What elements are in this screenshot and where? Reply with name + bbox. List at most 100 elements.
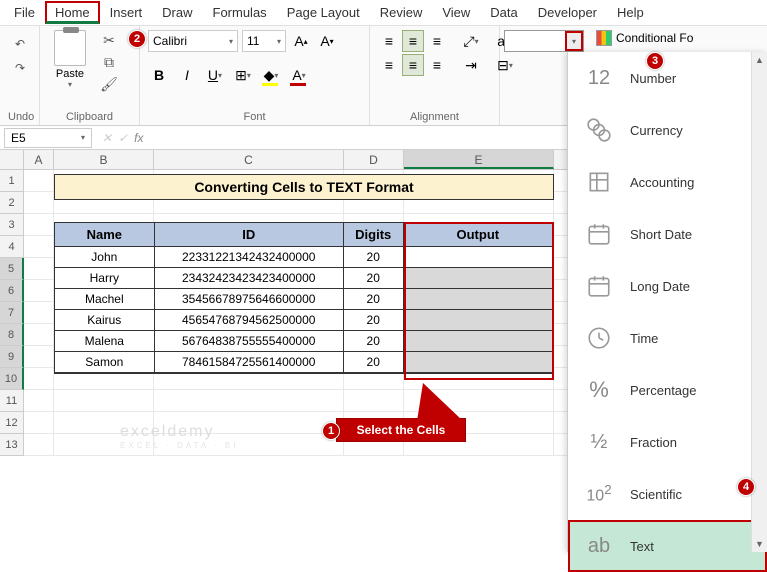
- cell-output[interactable]: [404, 247, 553, 268]
- format-option-accounting[interactable]: Accounting: [568, 156, 767, 208]
- cell[interactable]: [24, 280, 54, 302]
- cell-id[interactable]: 23432423423423400000: [155, 268, 344, 289]
- font-size-select[interactable]: 11▾: [242, 30, 286, 52]
- bold-button[interactable]: B: [148, 64, 170, 86]
- cell-output[interactable]: [404, 268, 553, 289]
- name-box[interactable]: E5▾: [4, 128, 92, 148]
- format-option-time[interactable]: Time: [568, 312, 767, 364]
- menu-view[interactable]: View: [432, 1, 480, 24]
- col-header-e[interactable]: E: [404, 150, 554, 169]
- cell-name[interactable]: Harry: [55, 268, 155, 289]
- row-header-3[interactable]: 3: [0, 214, 24, 236]
- cell-digits[interactable]: 20: [344, 310, 404, 331]
- row-header-12[interactable]: 12: [0, 412, 24, 434]
- cut-button[interactable]: ✂: [98, 30, 120, 50]
- cell-name[interactable]: Malena: [55, 331, 155, 352]
- cell[interactable]: [24, 170, 54, 192]
- menu-developer[interactable]: Developer: [528, 1, 607, 24]
- col-header-b[interactable]: B: [54, 150, 154, 169]
- cell-id[interactable]: 78461584725561400000: [155, 352, 344, 373]
- cell[interactable]: [24, 368, 54, 390]
- orientation-button[interactable]: ⤢▾: [460, 30, 482, 52]
- undo-button[interactable]: ↶: [8, 34, 32, 54]
- cell-id[interactable]: 45654768794562500000: [155, 310, 344, 331]
- cell-digits[interactable]: 20: [344, 352, 404, 373]
- cell[interactable]: [24, 258, 54, 280]
- scroll-up-icon[interactable]: ▲: [752, 52, 767, 68]
- align-right-button[interactable]: ≡: [426, 54, 448, 76]
- indent-button[interactable]: ⇥: [460, 54, 482, 76]
- align-middle-button[interactable]: ≡: [402, 30, 424, 52]
- italic-button[interactable]: I: [176, 64, 198, 86]
- row-header-1[interactable]: 1: [0, 170, 24, 192]
- cell-digits[interactable]: 20: [344, 268, 404, 289]
- format-painter-button[interactable]: 🖌: [98, 74, 120, 94]
- cell-name[interactable]: Samon: [55, 352, 155, 373]
- redo-button[interactable]: ↷: [8, 58, 32, 78]
- cell[interactable]: [24, 236, 54, 258]
- increase-font-button[interactable]: A▴: [290, 30, 312, 52]
- row-header-8[interactable]: 8: [0, 324, 24, 346]
- fx-icon[interactable]: fx: [134, 131, 143, 145]
- col-header-d[interactable]: D: [344, 150, 404, 169]
- cell[interactable]: [24, 302, 54, 324]
- cell[interactable]: [24, 214, 54, 236]
- cell-output[interactable]: [404, 289, 553, 310]
- col-header-c[interactable]: C: [154, 150, 344, 169]
- conditional-formatting-button[interactable]: Conditional Fo: [596, 30, 693, 46]
- cell[interactable]: [344, 390, 404, 412]
- format-option-long-date[interactable]: Long Date: [568, 260, 767, 312]
- row-header-13[interactable]: 13: [0, 434, 24, 456]
- menu-data[interactable]: Data: [480, 1, 527, 24]
- menu-review[interactable]: Review: [370, 1, 433, 24]
- accept-formula-icon[interactable]: ✓: [118, 131, 128, 145]
- cell[interactable]: [24, 390, 54, 412]
- row-header-6[interactable]: 6: [0, 280, 24, 302]
- menu-insert[interactable]: Insert: [100, 1, 153, 24]
- format-option-currency[interactable]: Currency: [568, 104, 767, 156]
- cell-name[interactable]: Machel: [55, 289, 155, 310]
- menu-formulas[interactable]: Formulas: [203, 1, 277, 24]
- cell-id[interactable]: 56764838755555400000: [155, 331, 344, 352]
- format-panel-scrollbar[interactable]: ▲ ▼: [751, 52, 767, 552]
- cell-digits[interactable]: 20: [344, 331, 404, 352]
- row-header-9[interactable]: 9: [0, 346, 24, 368]
- align-center-button[interactable]: ≡: [402, 54, 424, 76]
- align-top-button[interactable]: ≡: [378, 30, 400, 52]
- format-option-scientific[interactable]: 102Scientific: [568, 468, 767, 520]
- cell[interactable]: [24, 434, 54, 456]
- cell-output[interactable]: [404, 352, 553, 373]
- number-format-select[interactable]: ▾: [504, 30, 584, 52]
- cell-digits[interactable]: 20: [344, 247, 404, 268]
- format-option-percentage[interactable]: %Percentage: [568, 364, 767, 416]
- border-button[interactable]: ⊞▾: [232, 64, 254, 86]
- cell-digits[interactable]: 20: [344, 289, 404, 310]
- cell-id[interactable]: 35456678975646600000: [155, 289, 344, 310]
- cell[interactable]: [24, 346, 54, 368]
- format-option-short-date[interactable]: Short Date: [568, 208, 767, 260]
- menu-file[interactable]: File: [4, 1, 45, 24]
- row-header-7[interactable]: 7: [0, 302, 24, 324]
- align-bottom-button[interactable]: ≡: [426, 30, 448, 52]
- col-header-a[interactable]: A: [24, 150, 54, 169]
- paste-button[interactable]: Paste ▾: [48, 30, 92, 89]
- fill-color-button[interactable]: ◆▾: [260, 64, 282, 86]
- cancel-formula-icon[interactable]: ✕: [102, 131, 112, 145]
- row-header-2[interactable]: 2: [0, 192, 24, 214]
- cell-output[interactable]: [404, 310, 553, 331]
- cell-id[interactable]: 22331221342432400000: [155, 247, 344, 268]
- font-name-select[interactable]: Calibri▾: [148, 30, 238, 52]
- format-option-number[interactable]: 12Number: [568, 52, 767, 104]
- cell-name[interactable]: John: [55, 247, 155, 268]
- menu-help[interactable]: Help: [607, 1, 654, 24]
- scroll-down-icon[interactable]: ▼: [752, 536, 767, 552]
- cell-name[interactable]: Kairus: [55, 310, 155, 331]
- row-header-4[interactable]: 4: [0, 236, 24, 258]
- select-all-corner[interactable]: [0, 150, 24, 169]
- menu-draw[interactable]: Draw: [152, 1, 202, 24]
- cell[interactable]: [154, 390, 344, 412]
- cell[interactable]: [24, 324, 54, 346]
- copy-button[interactable]: ⧉: [98, 52, 120, 72]
- menu-home[interactable]: Home: [45, 1, 100, 24]
- cell-output[interactable]: [404, 331, 553, 352]
